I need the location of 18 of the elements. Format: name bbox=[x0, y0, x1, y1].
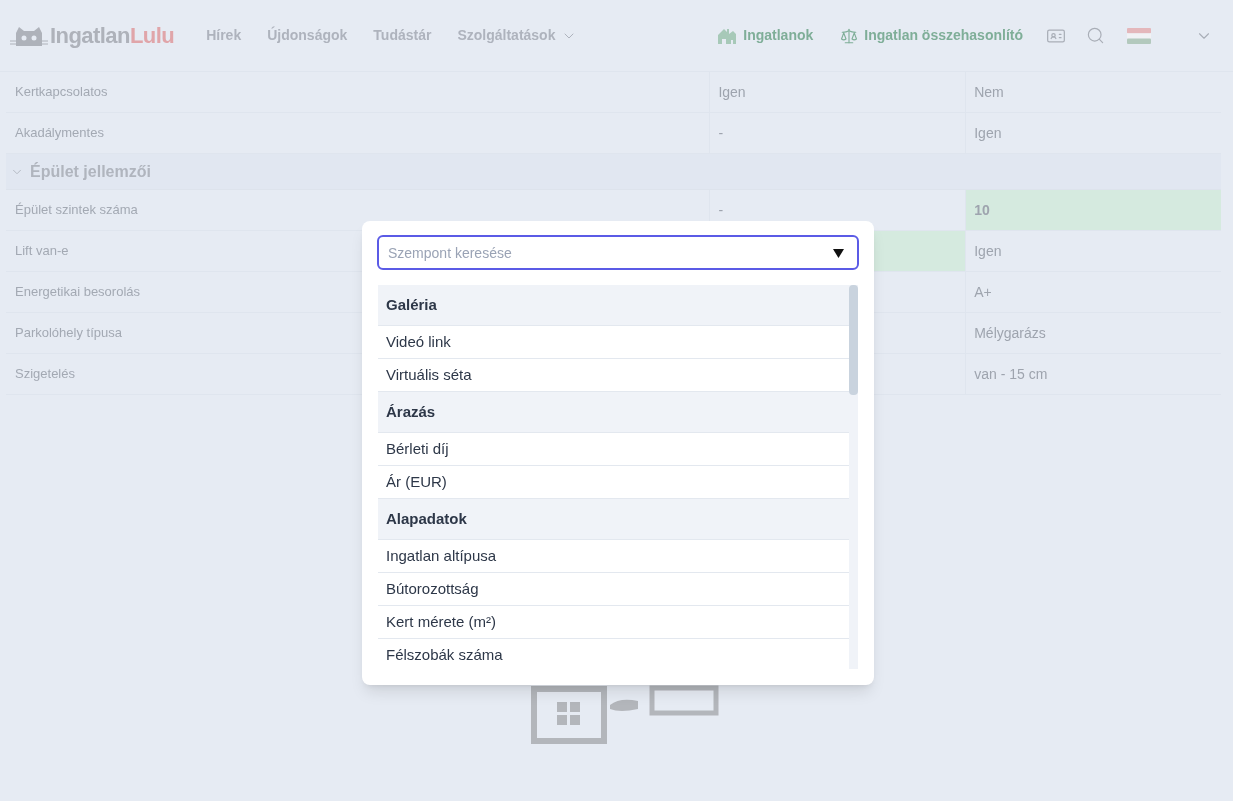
search-icon[interactable] bbox=[1086, 26, 1105, 45]
scrollbar-thumb[interactable] bbox=[849, 285, 858, 395]
row-label: Épület szintek száma bbox=[15, 201, 138, 220]
row-label: Lift van-e bbox=[15, 242, 69, 261]
option-group-header: Alapadatok bbox=[378, 499, 849, 540]
scale-icon bbox=[840, 26, 859, 45]
option-group-header: Árazás bbox=[378, 392, 849, 433]
row-label: Kertkapcsolatos bbox=[15, 83, 108, 102]
flag-icon[interactable] bbox=[1127, 27, 1151, 44]
option-group-header: Galéria bbox=[378, 285, 849, 326]
houses-icon bbox=[717, 26, 738, 45]
row-label: Parkolóhely típusa bbox=[15, 324, 122, 343]
table-cell: 10 bbox=[965, 190, 1221, 230]
row-label: Szigetelés bbox=[15, 365, 75, 384]
search-field[interactable]: Szempont keresése bbox=[377, 235, 859, 270]
row-label: Akadálymentes bbox=[15, 124, 104, 143]
row-label: Energetikai besorolás bbox=[15, 283, 141, 302]
dropdown-arrow-icon bbox=[833, 249, 844, 258]
